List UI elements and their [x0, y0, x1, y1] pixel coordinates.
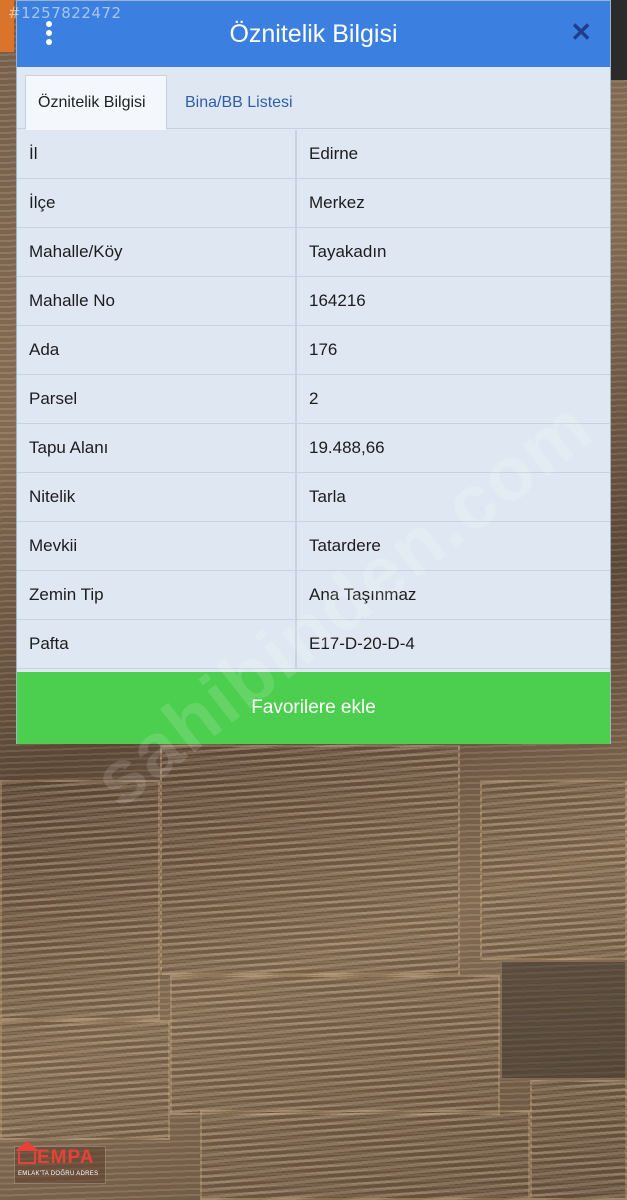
- tab-bar: Öznitelik Bilgisi Bina/BB Listesi: [17, 67, 610, 130]
- row-value: Edirne: [297, 130, 610, 178]
- tab-building-list[interactable]: Bina/BB Listesi: [173, 75, 305, 130]
- map-corner: [611, 0, 627, 80]
- table-row: Mahalle No 164216: [17, 277, 610, 326]
- row-key: İlçe: [17, 179, 297, 227]
- close-icon[interactable]: ✕: [570, 17, 592, 48]
- map-field: [0, 1020, 170, 1140]
- map-field: [170, 975, 500, 1115]
- logo-tagline: EMLAK'TA DOĞRU ADRES: [18, 1171, 99, 1177]
- house-icon: [15, 1141, 39, 1164]
- row-value: 176: [297, 326, 610, 374]
- row-value: Tayakadın: [297, 228, 610, 276]
- map-field: [500, 960, 627, 1080]
- row-key: Mahalle No: [17, 277, 297, 325]
- row-value: 164216: [297, 277, 610, 325]
- dialog-title: Öznitelik Bilgisi: [229, 19, 398, 48]
- tab-attribute-info[interactable]: Öznitelik Bilgisi: [25, 75, 167, 130]
- listing-id-watermark: #1257822472: [8, 4, 122, 22]
- row-key: Mevkii: [17, 522, 297, 570]
- table-row: İlçe Merkez: [17, 179, 610, 228]
- empa-logo: EMPA EMLAK'TA DOĞRU ADRES: [14, 1141, 106, 1184]
- map-field: [200, 1110, 530, 1200]
- table-row: Mahalle/Köy Tayakadın: [17, 228, 610, 277]
- logo-name: EMPA: [37, 1147, 95, 1168]
- map-field: [160, 745, 460, 975]
- table-row: Mevkii Tatardere: [17, 522, 610, 571]
- table-row: Ada 176: [17, 326, 610, 375]
- row-key: Nitelik: [17, 473, 297, 521]
- map-field: [480, 780, 627, 960]
- more-vertical-icon[interactable]: [41, 19, 57, 49]
- row-value: Merkez: [297, 179, 610, 227]
- row-key: Mahalle/Köy: [17, 228, 297, 276]
- map-field: [530, 1080, 627, 1200]
- table-row: İl Edirne: [17, 130, 610, 179]
- row-key: Parsel: [17, 375, 297, 423]
- row-key: İl: [17, 130, 297, 178]
- row-key: Ada: [17, 326, 297, 374]
- row-key: Zemin Tip: [17, 571, 297, 619]
- row-key: Tapu Alanı: [17, 424, 297, 472]
